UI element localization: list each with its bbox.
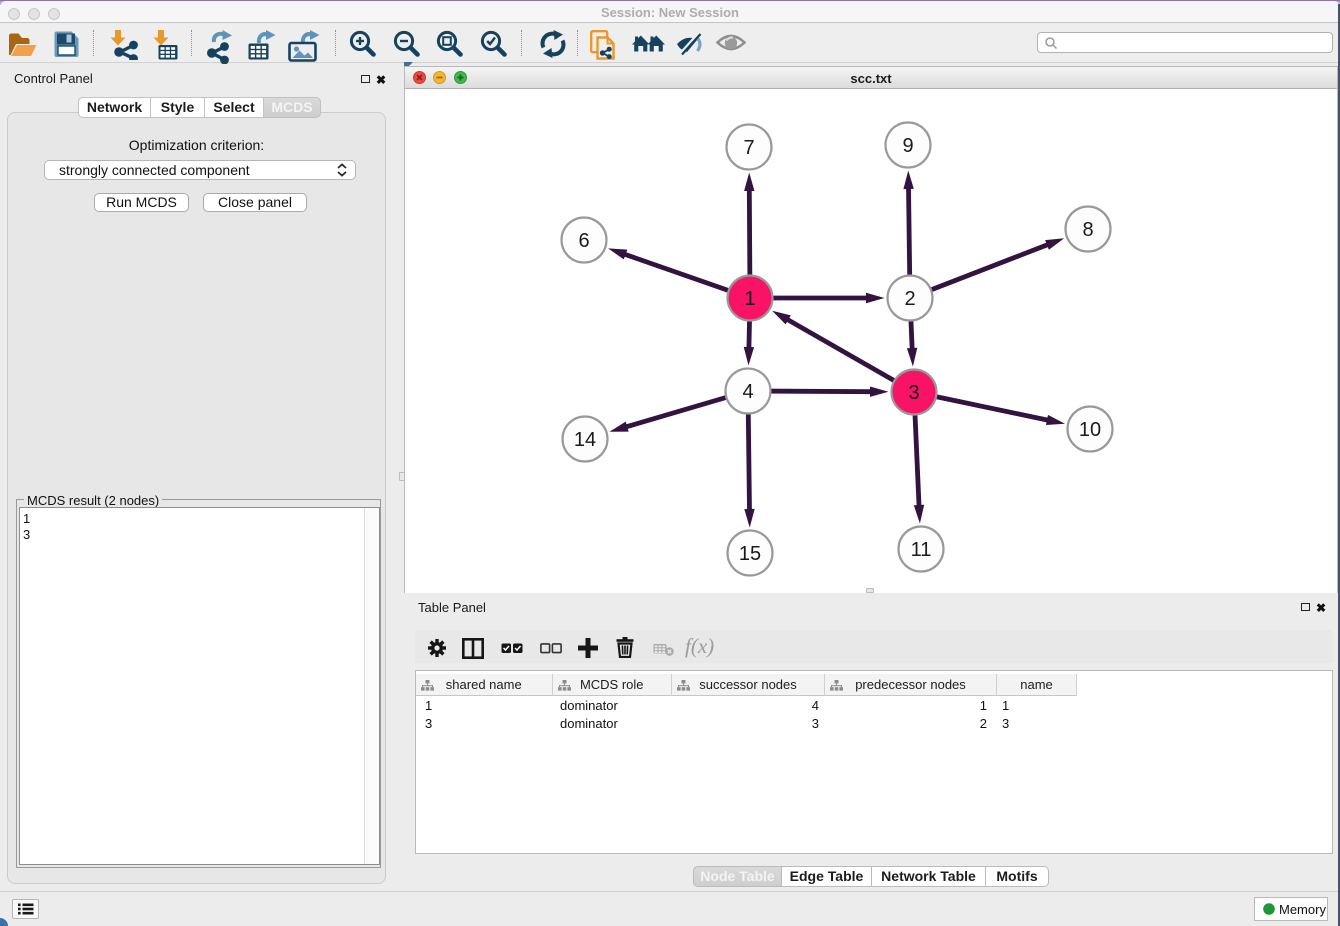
- svg-text:14: 14: [574, 429, 596, 451]
- svg-text:8: 8: [1082, 219, 1093, 241]
- svg-text:7: 7: [743, 137, 754, 159]
- svg-text:9: 9: [902, 135, 913, 157]
- svg-text:1: 1: [744, 288, 755, 310]
- svg-text:6: 6: [578, 230, 589, 252]
- svg-text:10: 10: [1079, 419, 1101, 441]
- svg-text:11: 11: [911, 539, 932, 561]
- svg-text:3: 3: [908, 382, 919, 404]
- svg-text:15: 15: [739, 543, 761, 565]
- svg-text:4: 4: [742, 381, 753, 403]
- svg-text:2: 2: [904, 288, 915, 310]
